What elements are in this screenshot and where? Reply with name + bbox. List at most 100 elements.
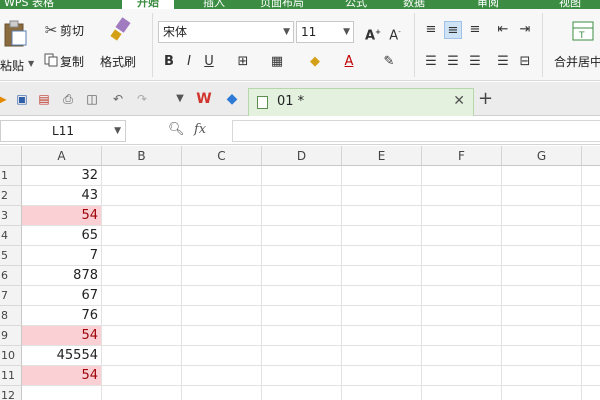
cell[interactable]: 54 — [22, 206, 102, 226]
tab-data[interactable]: 数据 — [394, 0, 434, 9]
function-icon[interactable]: fx — [194, 122, 206, 137]
align-right-icon[interactable]: ☰ — [466, 53, 484, 71]
cell[interactable] — [262, 226, 342, 246]
cell[interactable] — [342, 386, 422, 400]
cell[interactable] — [182, 226, 262, 246]
cell[interactable] — [262, 366, 342, 386]
document-tab[interactable]: 01 * ✕ — [248, 88, 474, 116]
cell[interactable] — [422, 226, 502, 246]
cell[interactable] — [502, 286, 582, 306]
increase-font-icon[interactable]: A+ — [364, 23, 382, 43]
print-icon[interactable]: ⎙ — [60, 91, 76, 107]
row-header[interactable]: 1 — [0, 166, 22, 186]
cell[interactable] — [582, 226, 600, 246]
cell[interactable] — [582, 166, 600, 186]
cell[interactable] — [342, 226, 422, 246]
cell[interactable] — [582, 246, 600, 266]
cell[interactable] — [582, 206, 600, 226]
cell[interactable] — [262, 346, 342, 366]
save-icon[interactable]: ▣ — [14, 91, 30, 107]
tab-insert[interactable]: 插入 — [194, 0, 234, 9]
row-header[interactable]: 8 — [0, 306, 22, 326]
cell[interactable] — [342, 286, 422, 306]
cell[interactable] — [342, 246, 422, 266]
row-header[interactable]: 6 — [0, 266, 22, 286]
fill-pattern-icon[interactable]: ▦ — [268, 53, 286, 71]
cut-button[interactable]: ✂ 剪切 — [42, 21, 84, 39]
redo-icon[interactable]: ↷ — [134, 91, 150, 107]
row-header[interactable]: 2 — [0, 186, 22, 206]
cell[interactable]: 54 — [22, 366, 102, 386]
cell[interactable] — [342, 346, 422, 366]
cell[interactable] — [182, 186, 262, 206]
cell[interactable] — [342, 186, 422, 206]
align-middle-icon[interactable]: ≡ — [444, 21, 462, 39]
tab-formula[interactable]: 公式 — [338, 0, 374, 9]
column-header-e[interactable]: E — [342, 146, 422, 166]
cell[interactable] — [422, 346, 502, 366]
align-bottom-icon[interactable]: ≡ — [466, 21, 484, 39]
column-header-g[interactable]: G — [502, 146, 582, 166]
row-header[interactable]: 4 — [0, 226, 22, 246]
cell[interactable] — [342, 206, 422, 226]
cell[interactable] — [342, 166, 422, 186]
cell[interactable]: 878 — [22, 266, 102, 286]
column-header-h[interactable] — [582, 146, 600, 166]
cell[interactable] — [422, 186, 502, 206]
cell[interactable] — [182, 366, 262, 386]
cell[interactable] — [182, 386, 262, 400]
cell[interactable] — [182, 286, 262, 306]
formula-input[interactable] — [232, 120, 600, 142]
cell[interactable]: 76 — [22, 306, 102, 326]
cell[interactable]: 7 — [22, 246, 102, 266]
cell[interactable]: 43 — [22, 186, 102, 206]
cell[interactable] — [422, 306, 502, 326]
cell[interactable] — [502, 246, 582, 266]
cell[interactable] — [102, 326, 182, 346]
cell[interactable] — [102, 186, 182, 206]
cell[interactable] — [502, 166, 582, 186]
paste-button[interactable]: 粘贴 ▼ — [0, 13, 36, 75]
cell[interactable]: 65 — [22, 226, 102, 246]
row-header[interactable]: 9 — [0, 326, 22, 346]
cell[interactable] — [262, 326, 342, 346]
cell[interactable]: 32 — [22, 166, 102, 186]
font-size-select[interactable]: 11 ▼ — [296, 21, 354, 43]
align-top-icon[interactable]: ≡ — [422, 21, 440, 39]
cell[interactable]: 45554 — [22, 346, 102, 366]
row-header[interactable]: 10 — [0, 346, 22, 366]
cell[interactable] — [182, 326, 262, 346]
cell[interactable] — [182, 246, 262, 266]
decrease-font-icon[interactable]: A- — [386, 23, 404, 43]
row-header[interactable]: 3 — [0, 206, 22, 226]
cell[interactable] — [262, 206, 342, 226]
cell[interactable] — [182, 206, 262, 226]
merge-center-button[interactable]: T 合并居中 — [552, 15, 600, 75]
cell[interactable] — [342, 306, 422, 326]
underline-icon[interactable]: U — [200, 53, 218, 71]
cell[interactable] — [582, 366, 600, 386]
new-tab-icon[interactable]: + — [478, 88, 493, 109]
format-painter-button[interactable]: 格式刷 — [100, 15, 144, 75]
cell[interactable] — [262, 266, 342, 286]
fill-color-icon[interactable]: ◆ — [306, 53, 324, 71]
cell[interactable] — [422, 266, 502, 286]
cell[interactable] — [182, 166, 262, 186]
cell[interactable] — [422, 286, 502, 306]
cell[interactable] — [262, 166, 342, 186]
cell[interactable] — [262, 186, 342, 206]
wps-logo-icon[interactable]: W — [196, 91, 212, 107]
cell[interactable] — [182, 266, 262, 286]
cell[interactable] — [422, 166, 502, 186]
cell[interactable] — [342, 266, 422, 286]
cell[interactable]: 54 — [22, 326, 102, 346]
cell[interactable] — [102, 266, 182, 286]
row-header[interactable]: 7 — [0, 286, 22, 306]
cell[interactable] — [582, 306, 600, 326]
distributed-icon[interactable]: ⊟ — [516, 53, 534, 71]
cell[interactable] — [262, 306, 342, 326]
cell[interactable] — [102, 306, 182, 326]
cell[interactable] — [582, 286, 600, 306]
row-header[interactable]: 5 — [0, 246, 22, 266]
cell[interactable] — [582, 386, 600, 400]
